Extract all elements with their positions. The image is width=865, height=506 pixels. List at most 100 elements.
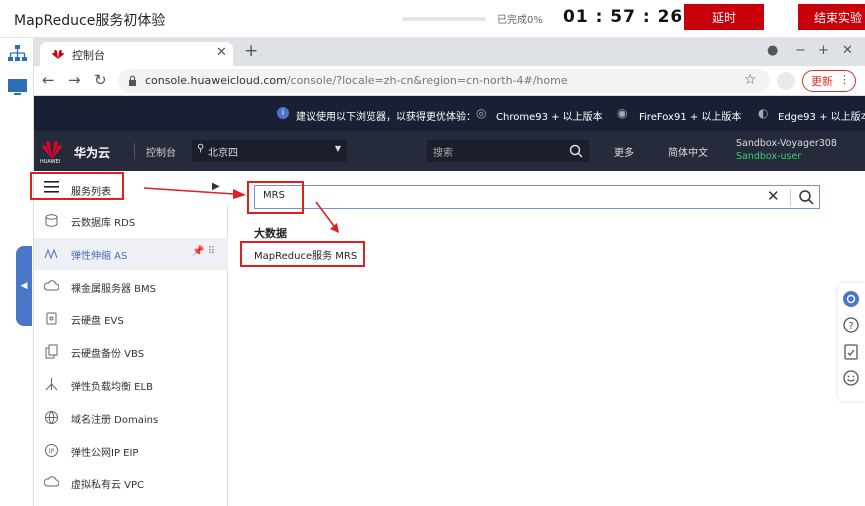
tab-strip: 控制台 ✕ + ● − + ✕ (34, 38, 865, 66)
cloud-icon (44, 476, 59, 487)
address-bar[interactable]: console.huaweicloud.com/console/?locale=… (118, 69, 770, 93)
update-label: 更新 (811, 75, 833, 88)
region-selector[interactable]: ⚲ 北京四 ▼ (192, 140, 347, 162)
main-content: MRS ✕ 大数据 MapReduce服务 MRS (229, 171, 865, 506)
category-title: 大数据 (254, 227, 287, 240)
location-pin-icon: ⚲ (197, 143, 205, 154)
lab-title: MapReduce服务初体验 (14, 13, 166, 29)
smiley-icon[interactable] (842, 369, 860, 387)
browser-window: 控制台 ✕ + ● − + ✕ ← → ↻ console.huaweiclou… (30, 38, 865, 506)
highlight-service-list (30, 172, 124, 200)
sidebar-item[interactable]: 虚拟私有云 VPC (34, 467, 228, 499)
reload-icon[interactable]: ↻ (94, 71, 107, 89)
sidebar-item[interactable]: 弹性负载均衡 ELB (34, 369, 228, 401)
edge-icon: ◐ (758, 106, 769, 120)
globe-icon (45, 410, 58, 424)
disk-icon (46, 312, 57, 325)
sidebar-item[interactable]: 云硬盘备份 VBS (34, 336, 228, 368)
notice-browser-firefox: FireFox91 + 以上版本 (639, 112, 742, 123)
search-icon[interactable] (569, 144, 583, 158)
sidebar-item[interactable]: 云数据库 RDS (34, 205, 228, 237)
user-name: Sandbox-Voyager308 (736, 138, 837, 149)
cloud-server-icon (44, 279, 59, 291)
firefox-icon: ◉ (617, 106, 628, 120)
language-selector[interactable]: 简体中文 (668, 144, 708, 159)
highlight-mrs-result (240, 241, 365, 267)
browser-notice-banner: i 建议使用以下浏览器，以获得更优体验： ◎ Chrome93 + 以上版本 ◉… (34, 96, 865, 131)
expand-panel-handle[interactable]: ◀ (16, 246, 32, 326)
nav-divider (134, 143, 135, 159)
lock-icon (129, 75, 136, 86)
user-account[interactable]: Sandbox-Voyager308 Sandbox-user (736, 137, 837, 163)
more-menu[interactable]: 更多 (614, 144, 634, 159)
help-icon[interactable]: ? (842, 316, 860, 334)
profile-avatar-icon[interactable] (777, 72, 795, 90)
sidebar-item[interactable]: IP 弹性公网IP EIP (34, 435, 228, 467)
feedback-icon[interactable] (842, 343, 860, 361)
brand-name[interactable]: 华为云 (74, 144, 110, 161)
sidebar-item-label: 域名注册 Domains (71, 414, 159, 426)
sidebar-item-label: 云数据库 RDS (71, 218, 136, 229)
sidebar-item[interactable]: 裸金属服务器 BMS (34, 271, 228, 303)
sidebar-item[interactable]: 域名注册 Domains (34, 402, 228, 434)
menu-dots-icon: ⋮ (839, 73, 850, 86)
user-role: Sandbox-user (736, 151, 802, 162)
sidebar-item-label: 弹性伸缩 AS (71, 250, 128, 262)
svg-text:?: ? (848, 321, 853, 332)
bookmark-star-icon[interactable]: ☆ (744, 72, 757, 88)
region-label: 北京四 (208, 148, 238, 159)
svg-text:IP: IP (49, 448, 55, 455)
info-icon: i (277, 107, 289, 119)
tab-close-icon[interactable]: ✕ (216, 45, 227, 60)
chrome-icon: ◎ (476, 106, 487, 120)
tab-title: 控制台 (72, 49, 105, 62)
notice-browser-edge: Edge93 + 以上版本 (778, 112, 865, 123)
customer-service-icon[interactable] (842, 290, 860, 308)
floating-tool-dock: ? (838, 283, 865, 401)
back-icon[interactable]: ← (42, 71, 55, 89)
url-host: console.huaweicloud.com (145, 74, 287, 87)
countdown-timer: 01 : 57 : 26 (563, 7, 684, 27)
sidebar-item-label: 虚拟私有云 VPC (71, 480, 145, 492)
notice-browser-chrome: Chrome93 + 以上版本 (496, 112, 603, 123)
service-search-input[interactable]: MRS ✕ (254, 185, 820, 209)
huawei-logo-icon[interactable] (40, 137, 64, 161)
tab-console[interactable]: 控制台 ✕ (40, 42, 233, 66)
ip-icon: IP (45, 443, 58, 457)
lab-side-rail: ◀ (0, 38, 34, 506)
nav-search-placeholder: 搜索 (433, 148, 453, 159)
progress-bar (402, 17, 486, 21)
search-icon[interactable] (798, 189, 814, 205)
service-sidebar: 服务列表 ▶ 云数据库 RDS 弹性伸缩 AS 📌 ⠿ 裸金属服务器 BMS 云硬盘 E… (34, 171, 228, 506)
maximize-icon[interactable]: + (818, 43, 829, 58)
sidebar-item-label: 云硬盘 EVS (71, 316, 124, 328)
topology-icon[interactable] (7, 44, 28, 63)
end-experiment-button[interactable]: 结束实验 (798, 4, 865, 30)
sidebar-item-label: 云硬盘备份 VBS (71, 349, 145, 361)
chevron-right-icon: ▶ (212, 181, 220, 192)
minimize-icon[interactable]: − (795, 43, 806, 58)
highlight-search-input (247, 181, 304, 214)
pin-icon[interactable]: 📌 ⠿ (192, 246, 215, 257)
desktop-icon[interactable] (7, 78, 28, 97)
notice-lead: 建议使用以下浏览器，以获得更优体验： (296, 112, 476, 123)
backup-icon (45, 344, 58, 359)
update-button[interactable]: 更新 ⋮ (802, 70, 856, 92)
url-path: /console/?locale=zh-cn&region=cn-north-4… (286, 74, 568, 87)
sidebar-item-label: 裸金属服务器 BMS (71, 283, 157, 295)
huawei-favicon-icon (52, 50, 64, 59)
new-tab-icon[interactable]: + (244, 41, 258, 61)
clear-icon[interactable]: ✕ (767, 187, 780, 205)
sidebar-item[interactable]: 云硬盘 EVS (34, 303, 228, 335)
console-link[interactable]: 控制台 (146, 144, 176, 159)
forward-icon[interactable]: → (68, 71, 81, 89)
nav-search-input[interactable]: 搜索 (427, 140, 589, 162)
huawei-logo-text: HUAWEI (40, 159, 61, 165)
huawei-cloud-navbar: HUAWEI 华为云 控制台 ⚲ 北京四 ▼ 搜索 更多 简体中文 Sandbo… (34, 131, 865, 171)
delay-button[interactable]: 延时 (684, 4, 764, 30)
tab-search-icon[interactable]: ● (767, 43, 778, 58)
sidebar-item[interactable]: 弹性伸缩 AS 📌 ⠿ (34, 237, 228, 270)
database-icon (45, 214, 58, 227)
window-close-icon[interactable]: ✕ (842, 43, 853, 58)
sidebar-item-label: 弹性负载均衡 ELB (71, 382, 153, 393)
